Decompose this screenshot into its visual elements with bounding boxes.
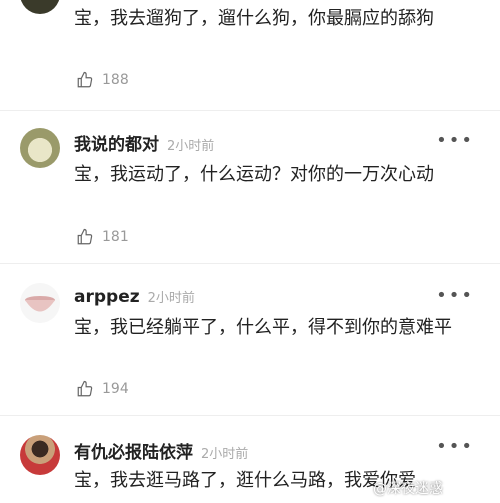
avatar[interactable] <box>20 128 60 168</box>
thumbs-up-icon <box>77 71 93 88</box>
username[interactable]: 我说的都对 2小时前 <box>74 130 214 155</box>
like-button[interactable]: 181 <box>76 228 129 246</box>
timestamp: 2小时前 <box>167 139 215 154</box>
like-count: 188 <box>102 72 129 88</box>
comment-text: 宝，我去遛狗了，遛什么狗，你最膈应的舔狗 <box>74 8 434 29</box>
comment-text: 宝，我已经躺平了，什么平，得不到你的意难平 <box>74 317 452 338</box>
avatar[interactable] <box>20 283 60 323</box>
divider <box>0 263 500 264</box>
like-button[interactable]: 194 <box>76 380 129 398</box>
bowl-icon <box>25 296 55 312</box>
more-options-button[interactable]: ••• <box>436 285 474 306</box>
like-count: 181 <box>102 229 129 245</box>
like-count: 194 <box>102 381 129 397</box>
avatar[interactable] <box>20 435 60 475</box>
username[interactable]: arppez 2小时前 <box>74 287 195 307</box>
username[interactable]: 有仇必报陆依萍 2小时前 <box>74 438 248 463</box>
watermark: @深夜迷惑 <box>373 481 443 497</box>
divider <box>0 415 500 416</box>
avatar[interactable] <box>20 0 60 14</box>
more-options-button[interactable]: ••• <box>436 436 474 457</box>
timestamp: 2小时前 <box>201 447 249 462</box>
timestamp: 2小时前 <box>147 291 195 306</box>
comment-text: 宝，我运动了，什么运动？对你的一万次心动 <box>74 164 434 185</box>
thumbs-up-icon <box>77 228 93 245</box>
divider <box>0 110 500 111</box>
thumbs-up-icon <box>77 380 93 397</box>
like-button[interactable]: 188 <box>76 71 129 89</box>
more-options-button[interactable]: ••• <box>436 130 474 151</box>
